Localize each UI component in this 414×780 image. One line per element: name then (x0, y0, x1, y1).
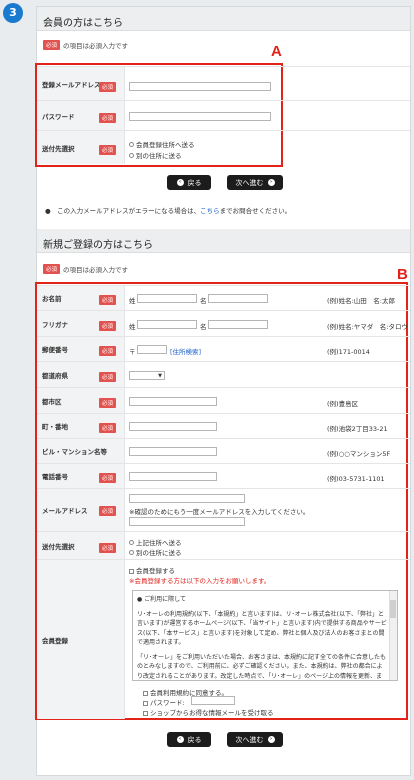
name-example: (例)姓名:山田 名:太郎 (327, 297, 395, 305)
member-ship-row: 送付先選択 必須 会員登録住所へ送る 別の住所に送る (37, 130, 410, 164)
register-password: パスワード: (143, 697, 185, 707)
member-section-title: 会員の方はこちら (37, 7, 410, 31)
required-badge: 必須 (43, 40, 61, 50)
zip-row: 郵便番号 必須 〒 [住所検索] (例)171-0014 (37, 336, 410, 361)
terms-box[interactable]: ● ご利用に際して リ･オーレの利用規約(以下、「本規約」と言います)は、リ･オ… (132, 590, 398, 681)
zip-input[interactable] (137, 345, 167, 354)
annotation-a: A (271, 43, 282, 60)
required-note-text: の項目は必須入力です (63, 266, 129, 274)
mei-label: 名 (200, 323, 207, 331)
sei-label: 姓 (129, 323, 136, 331)
annotation-b: B (397, 266, 408, 283)
email-row: メールアドレス 必須 ※確認のためにもう一度メールアドレスを入力してください。 (37, 488, 410, 531)
street-row: 町・番地 必須 (例)池袋2丁目33-21 (37, 413, 410, 438)
member-required-note: 必須 の項目は必須入力です (43, 40, 128, 50)
required-badge: 必須 (99, 82, 117, 92)
right-arrow-icon: › (267, 736, 275, 743)
prefecture-row: 都道府県 必須 ▼ (37, 361, 410, 387)
terms-scrollbar[interactable] (389, 591, 397, 680)
last-name-kana-input[interactable] (137, 320, 197, 329)
first-name-input[interactable] (208, 294, 268, 303)
login-email-row: 登録メールアドレス 必須 (37, 66, 410, 100)
terms-title: ● ご利用に際して (137, 596, 186, 603)
email-confirm-note: ※確認のためにもう一度メールアドレスを入力してください。 (129, 508, 310, 516)
register-checkbox[interactable]: 会員登録する (129, 565, 175, 575)
required-badge: 必須 (99, 372, 117, 382)
left-arrow-icon: ‹ (176, 179, 184, 186)
contact-link[interactable]: こちら (200, 207, 220, 215)
prefecture-select[interactable]: ▼ (129, 371, 165, 380)
required-badge: 必須 (99, 346, 117, 356)
email-confirm-input[interactable] (129, 517, 245, 526)
ship-other-address-radio[interactable]: 別の住所に送る (129, 150, 182, 160)
kana-example: (例)姓名:ヤマダ 名:タロウ (327, 323, 408, 331)
register-note: ※会員登録する方は以下の入力をお願いします。 (129, 577, 271, 585)
ship-above-address-radio[interactable]: 上記住所へ送る (129, 537, 182, 547)
scroll-thumb[interactable] (390, 600, 396, 618)
address-search-link[interactable]: [住所検索] (170, 346, 201, 356)
phone-input[interactable] (129, 472, 217, 481)
step-number-badge: 3 (3, 3, 23, 23)
sei-label: 姓 (129, 297, 136, 305)
required-note-text: の項目は必須入力です (63, 42, 129, 50)
name-row: お名前 必須 姓 名 (例)姓名:山田 名:太郎 (37, 285, 410, 310)
login-password-row: パスワード 必須 (37, 100, 410, 130)
required-badge: 必須 (99, 295, 117, 305)
new-required-note: 必須 の項目は必須入力です (43, 264, 128, 274)
zip-example: (例)171-0014 (327, 348, 370, 356)
mei-label: 名 (200, 297, 207, 305)
first-name-kana-input[interactable] (208, 320, 268, 329)
required-badge: 必須 (99, 321, 117, 331)
required-badge: 必須 (99, 423, 117, 433)
city-row: 都市区 必須 (例)豊島区 (37, 387, 410, 413)
checkout-panel: 会員の方はこちら 必須 の項目は必須入力です A 登録メールアドレス 必須 パス… (35, 6, 411, 776)
new-next-button[interactable]: 次へ進む › (227, 732, 283, 747)
email-error-note: ● この入力メールアドレスがエラーになる場合は、こちらまでお問合せください。 (45, 207, 292, 215)
new-section-title: 新規ご登録の方はこちら (37, 229, 410, 253)
member-back-button[interactable]: ‹ 戻る (167, 175, 211, 190)
member-next-button[interactable]: 次へ進む › (227, 175, 283, 190)
required-badge: 必須 (99, 145, 117, 155)
building-input[interactable] (129, 447, 217, 456)
login-password-input[interactable] (129, 112, 271, 121)
login-email-input[interactable] (129, 82, 271, 91)
phone-example: (例)03-5731-1101 (327, 475, 385, 483)
building-example: (例)○○マンション5F (327, 450, 391, 458)
new-ship-row: 送付先選択 必須 上記住所へ送る 別の住所に送る (37, 531, 410, 559)
left-arrow-icon: ‹ (176, 736, 184, 743)
required-badge: 必須 (99, 506, 117, 516)
terms-paragraph-2: 「リ･オーレ」をご利用いただいた場合、お客さまは、本規約に記す全ての条件に合意し… (137, 653, 387, 680)
required-badge: 必須 (99, 473, 117, 483)
last-name-input[interactable] (137, 294, 197, 303)
street-input[interactable] (129, 422, 217, 431)
terms-paragraph-1: リ･オーレの利用規約(以下、「本規約」と言います)は、リ･オーレ株式会社(以下、… (137, 610, 387, 647)
city-input[interactable] (129, 397, 217, 406)
required-badge: 必須 (99, 543, 117, 553)
kana-row: フリガナ 必須 姓 名 (例)姓名:ヤマダ 名:タロウ (37, 310, 410, 336)
required-badge: 必須 (99, 113, 117, 123)
right-arrow-icon: › (267, 179, 275, 186)
postal-mark: 〒 (129, 348, 136, 356)
building-label: ビル・マンション名等 (37, 439, 125, 463)
mail-optin-checkbox[interactable]: ショップからお得な情報メールを受け取る (143, 707, 274, 717)
required-badge: 必須 (43, 264, 61, 274)
phone-row: 電話番号 必須 (例)03-5731-1101 (37, 463, 410, 488)
register-label: 会員登録 (37, 560, 125, 719)
new-back-button[interactable]: ‹ 戻る (167, 732, 211, 747)
building-row: ビル・マンション名等 (例)○○マンション5F (37, 438, 410, 463)
street-example: (例)池袋2丁目33-21 (327, 425, 388, 433)
city-example: (例)豊島区 (327, 400, 359, 408)
email-input[interactable] (129, 494, 245, 503)
ship-member-address-radio[interactable]: 会員登録住所へ送る (129, 139, 195, 149)
required-badge: 必須 (99, 398, 117, 408)
register-password-input[interactable] (191, 696, 235, 705)
ship-other-address-radio-new[interactable]: 別の住所に送る (129, 547, 182, 557)
